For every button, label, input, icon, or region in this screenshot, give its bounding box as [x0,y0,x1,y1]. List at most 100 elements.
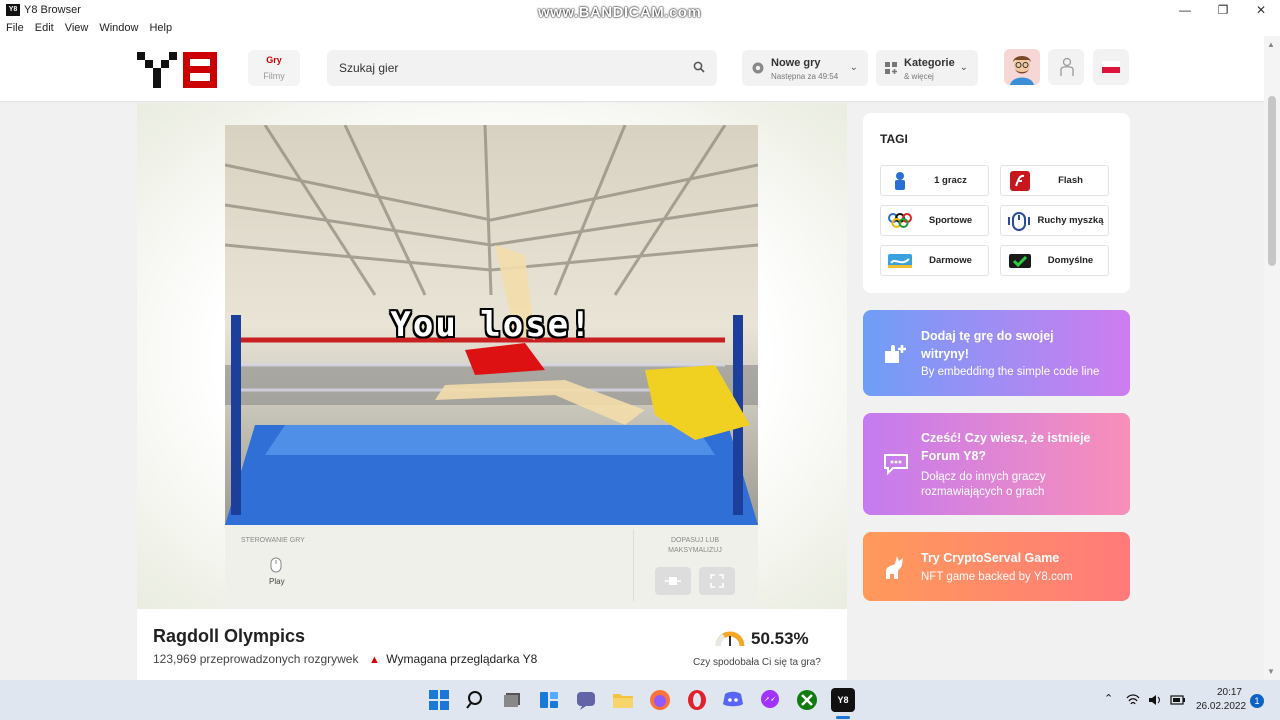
tag-label: Darmowe [929,254,972,266]
poland-flag-icon [1102,61,1120,73]
tag-flash[interactable]: Flash [1000,165,1109,196]
menu-bar: File Edit View Window Help [0,20,1280,36]
scroll-up-icon[interactable]: ▲ [1267,40,1275,49]
tag-label: Flash [1058,174,1083,186]
fit-icon [665,577,681,585]
tag-free[interactable]: Darmowe [880,245,989,276]
tag-default[interactable]: Domyślne [1000,245,1109,276]
browser-required-text: Wymagana przeglądarka Y8 [386,652,538,666]
new-games-countdown: Następna za 49:54 [771,72,839,81]
scrollbar-thumb[interactable] [1268,96,1276,266]
categories-subtitle: & więcej [904,72,934,81]
menu-window[interactable]: Window [99,22,138,34]
minimize-button[interactable]: — [1166,0,1204,20]
task-view-icon[interactable] [501,688,525,712]
categories-grid-icon [885,62,897,74]
maximize-label: MAKSYMALIZUJ [668,547,722,554]
search-bar [327,50,717,86]
maximize-button[interactable]: ❐ [1204,0,1242,20]
play-control-label: Play [269,577,285,586]
free-icon [888,254,912,268]
game-canvas[interactable]: You lose! [225,125,758,525]
menu-help[interactable]: Help [149,22,172,34]
language-button[interactable] [1093,49,1129,85]
tag-mouse-movement[interactable]: Ruchy myszką [1000,205,1109,236]
notification-badge[interactable]: 1 [1250,694,1264,708]
xbox-icon[interactable] [795,688,819,712]
embed-card-line3: By embedding the simple code line [921,366,1100,378]
forum-card-line2: Forum Y8? [921,449,987,463]
tag-label: Sportowe [928,214,973,226]
fullscreen-button[interactable] [699,567,735,595]
firefox-icon[interactable] [648,688,672,712]
tag-label: Domyślne [1047,254,1094,266]
search-input[interactable] [339,50,679,86]
window-title: Y8 Browser [24,4,81,16]
game-controls-label: STEROWANIE GRY [241,537,305,544]
embed-card-line1: Dodaj tę grę do swojej [921,329,1054,343]
player-icon [895,172,905,190]
window-controls: — ❐ ✕ [1166,0,1280,20]
site-header: Gry Filmy Nowe gry Następna za 49:54 ⌄ K… [0,36,1264,102]
y8-browser-taskbar-icon[interactable]: Y8 [831,688,855,712]
system-clock[interactable]: 20:17 26.02.2022 [1196,686,1246,714]
game-over-text: You lose! [390,305,593,345]
friends-button[interactable] [1048,49,1084,85]
windows-start-icon[interactable] [427,688,451,712]
cryptoserval-card[interactable]: Try CryptoServal Game NFT game backed by… [863,532,1130,601]
tags-panel: TAGI 1 gracz Flash Sportowe Ruchy myszką… [863,113,1130,293]
tab-games[interactable]: Gry [248,55,300,65]
search-icon[interactable] [693,61,705,73]
fullscreen-icon [710,574,724,588]
discord-icon[interactable] [721,688,745,712]
menu-file[interactable]: File [6,22,24,34]
scroll-down-icon[interactable]: ▼ [1267,667,1275,676]
teams-chat-icon[interactable] [574,688,598,712]
widgets-icon[interactable] [537,688,561,712]
search-icon[interactable] [464,688,488,712]
wifi-icon[interactable] [1126,694,1140,706]
tab-videos[interactable]: Filmy [248,71,300,81]
y8-logo[interactable] [137,52,221,88]
game-title: Ragdoll Olympics [153,626,306,646]
embed-game-card[interactable]: Dodaj tę grę do swojej witryny! By embed… [863,310,1130,396]
active-app-indicator [836,716,850,719]
game-controls-panel: STEROWANIE GRY Play DOPASUJ LUB MAKSYMAL… [225,525,758,609]
volume-icon[interactable] [1148,694,1162,706]
chevron-down-icon: ⌄ [849,62,858,73]
avatar[interactable] [1004,49,1040,85]
page-scrollbar[interactable]: ▲ ▼ [1264,36,1280,680]
browser-required-warning[interactable]: ▲ Wymagana przeglądarka Y8 [369,652,537,666]
fit-label: DOPASUJ LUB [670,537,720,544]
warning-icon: ▲ [369,654,380,666]
forum-card[interactable]: Cześć! Czy wiesz, że istnieje Forum Y8? … [863,413,1130,515]
controls-divider [633,529,634,601]
tags-heading: TAGI [880,132,908,146]
close-button[interactable]: ✕ [1242,0,1280,20]
flash-icon [1010,171,1030,191]
forum-card-line4: rozmawiających o grach [921,486,1045,498]
messenger-icon[interactable] [758,688,782,712]
menu-view[interactable]: View [65,22,89,34]
fit-screen-button[interactable] [655,567,691,595]
categories-title: Kategorie [904,57,955,69]
tray-overflow-icon[interactable]: ⌃ [1104,692,1113,720]
file-explorer-icon[interactable] [611,688,635,712]
tag-sports[interactable]: Sportowe [880,205,989,236]
chat-bubbles-icon [884,454,908,475]
battery-icon[interactable] [1170,694,1186,706]
rating-percent: 50.53% [751,629,809,648]
categories-button[interactable]: Kategorie & więcej ⌄ [876,50,978,86]
new-games-button[interactable]: Nowe gry Następna za 49:54 ⌄ [742,50,868,86]
tag-1-player[interactable]: 1 gracz [880,165,989,196]
menu-edit[interactable]: Edit [35,22,54,34]
app-icon: Y8 [6,4,20,16]
tag-label: 1 gracz [934,174,967,186]
default-icon [1009,254,1031,268]
users-icon [1060,57,1074,76]
rating-question[interactable]: Czy spodobała Ci się ta gra? [693,657,821,668]
taskbar: Y8 ⌃ 20:17 26.02.2022 1 [0,680,1280,720]
tag-label: Ruchy myszką [1037,214,1104,226]
opera-icon[interactable] [685,688,709,712]
content-type-switch: Gry Filmy [248,50,300,86]
